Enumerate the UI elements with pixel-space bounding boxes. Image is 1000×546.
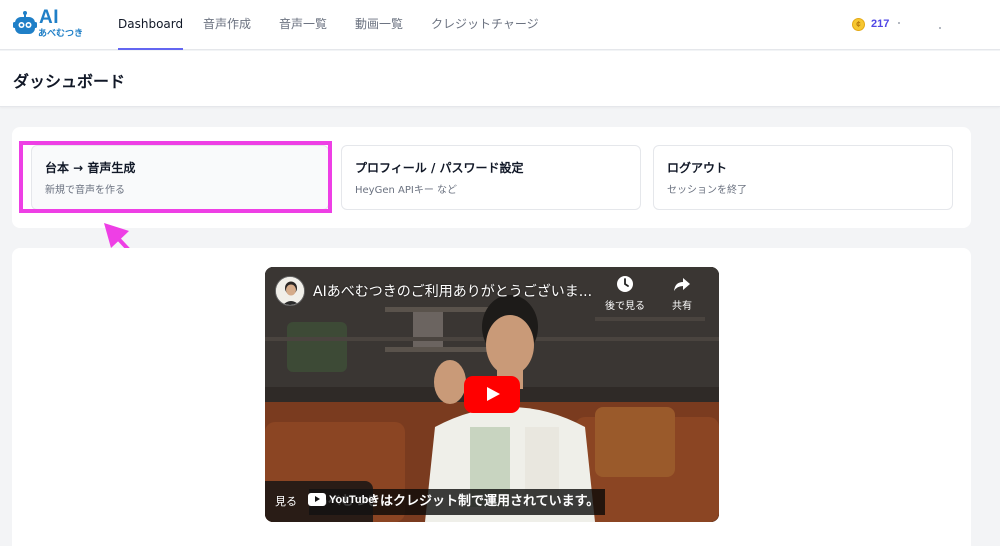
share-icon	[674, 278, 690, 291]
share-button[interactable]: 共有	[659, 275, 705, 312]
watch-later-label: 後で見る	[605, 301, 645, 312]
channel-avatar[interactable]	[275, 276, 305, 306]
page-header: ダッシュボード	[0, 51, 1000, 107]
coin-icon: ¢	[852, 17, 865, 31]
user-menu-dot[interactable]	[898, 22, 900, 24]
page-title: ダッシュボード	[13, 72, 126, 91]
share-label: 共有	[672, 301, 692, 312]
nav-audio-list[interactable]: 音声一覧	[279, 0, 327, 50]
nav-dashboard[interactable]: Dashboard	[118, 0, 184, 50]
nav-video-list[interactable]: 動画一覧	[355, 0, 403, 50]
nav-credit-charge[interactable]: クレジットチャージ	[431, 0, 539, 50]
card-subtitle: セッションを終了	[667, 185, 747, 196]
logout-card[interactable]: ログアウト セッションを終了	[653, 145, 953, 210]
top-nav: AI あべむつき Dashboard 音声作成 音声一覧 動画一覧 クレジットチ…	[0, 0, 1000, 50]
card-title: ログアウト	[667, 161, 728, 175]
youtube-icon	[308, 493, 326, 506]
card-subtitle: HeyGen APIキー など	[355, 185, 458, 196]
card-title: プロフィール / パスワード設定	[355, 161, 524, 175]
logo-subtext: あべむつき	[38, 29, 84, 39]
credit-count: 217	[871, 18, 890, 30]
clock-icon	[617, 276, 633, 292]
youtube-logo: YouTube	[308, 493, 374, 506]
highlight-box	[19, 141, 332, 213]
youtube-wordmark: YouTube	[329, 493, 375, 506]
watch-on-label: 見る	[275, 495, 297, 508]
play-icon[interactable]	[464, 376, 520, 413]
video-title[interactable]: AIあべむつきのご利用ありがとうございま...	[313, 281, 592, 301]
profile-settings-card[interactable]: プロフィール / パスワード設定 HeyGen APIキー など	[341, 145, 641, 210]
nav-create-audio[interactable]: 音声作成	[203, 0, 251, 50]
watch-later-button[interactable]: 後で見る	[602, 275, 648, 312]
youtube-embed[interactable]: AIあべむつきのご利用ありがとうございま... 後で見る 共有 あべむつきはクレ…	[265, 267, 719, 522]
robot-logo-icon	[13, 11, 37, 34]
logo[interactable]: AI あべむつき	[13, 7, 85, 41]
watch-on-youtube-button[interactable]: 見る YouTube	[265, 481, 374, 522]
user-menu-dot[interactable]	[939, 27, 941, 29]
credit-balance[interactable]: ¢ 217	[852, 16, 889, 32]
logo-text: AI	[39, 7, 59, 28]
